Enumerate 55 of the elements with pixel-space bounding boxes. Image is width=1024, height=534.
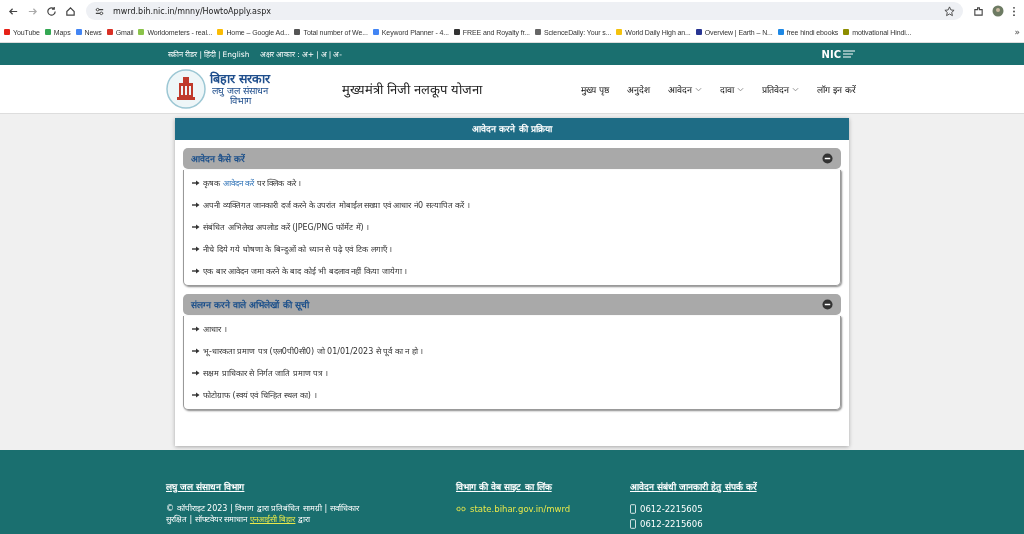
card-title: आवेदन करने की प्रक्रिया [175,118,849,140]
phone-number: 0612-2215606 [640,519,703,529]
arrow-icon [192,245,200,252]
address-bar[interactable]: mwrd.bih.nic.in/mnny/HowtoApply.aspx [86,2,963,20]
arrow-icon [192,223,200,230]
nic-logo: NIC [821,48,856,60]
arrow-icon [192,179,200,186]
instruction-text: एक बार आवेदन जमा करने के बाद कोई भी बदलाव नहीं किया जायेगा । [203,265,408,276]
collapse-icon[interactable] [822,299,833,310]
nav-link[interactable]: प्रतिवेदन [762,82,800,96]
instruction-text: आधार । [203,324,227,334]
menu-icon[interactable] [1012,5,1016,17]
footer-heading: आवेदन संबंधी जानकारी हेतु संपर्क करें [630,480,757,493]
phone-number: 0612-2215605 [640,504,703,514]
nav-link[interactable]: मुख्य पृष्ठ [581,82,610,96]
collapse-icon[interactable] [822,153,833,164]
arrow-icon [192,325,200,332]
arrow-icon [192,391,200,398]
avatar-icon[interactable] [992,5,1004,17]
nav-link[interactable]: दावा [720,82,745,96]
scheme-title: मुख्यमंत्री निजी नलकूप योजना [342,81,484,98]
dept-name: लघु जल संसाधन [212,85,269,96]
footer-heading: विभाग की वेब साइट का लिंक [456,480,554,493]
nav-link[interactable]: आवेदन [668,82,703,96]
arrow-icon [192,201,200,208]
home-icon[interactable] [65,5,76,17]
nav-link[interactable]: लॉग इन करें [817,82,856,96]
emblem-icon [166,69,206,109]
arrow-icon [192,347,200,354]
instruction-text: कृषक आवेदन करें पर क्लिक करे । [203,177,302,188]
footer-heading: लघु जल संसाधन विभाग [166,480,246,493]
site-settings-icon[interactable] [94,5,105,17]
reload-icon[interactable] [46,5,57,17]
arrow-icon [192,369,200,376]
nav-link[interactable]: अनुदेश [627,82,651,96]
instruction-text: अपनी व्यक्तिगत जानकारी दर्ज करने के उपरांत मोबाईल सख्या एवं आधार नं0 सत्यापित करें । [203,199,470,210]
accordion-header[interactable]: आवेदन कैसे करें [183,148,841,169]
instruction-text: सक्षम प्राधिकार से निर्गत जाति प्रमाण पत्र । [203,367,328,378]
website-link[interactable]: state.bihar.gov.in/mwrd [470,504,571,514]
apply-link[interactable]: आवेदन करें [222,179,255,188]
copyright-text: © कॉपीराइट 2023 | विभाग द्वारा प्रतिबंधित सामग्री | सर्वाधिकार सुरक्षित | सॉफ्टवेयर समाधान एनआईसी बिहार द्वारा [166,504,361,526]
instruction-text: भू-धारकता प्रमाण पत्र (एल0पी0सी0) जो 01/01/2023 से पूर्व का न हो । [203,345,424,356]
org-name: बिहार सरकार [210,72,271,86]
instruction-text: नीचे दिये गये घोषणा के बिन्दुओं को ध्यान से पढ़े एवं टिक लगाएँ । [203,243,393,254]
accordion-header[interactable]: संलग्न करने वाले अभिलेखों की सूची [183,294,841,315]
nic-bihar-link[interactable]: एनआईसी बिहार [249,514,296,524]
arrow-icon [192,267,200,274]
extensions-icon[interactable] [973,5,984,17]
star-icon[interactable] [944,5,955,17]
dept-name: विभाग [229,95,251,106]
instruction-text: संबंधित अभिलेख अपलोड करें (JPEG/PNG फॉर्मेट में) । [203,221,370,232]
link-icon [456,506,466,512]
instruction-text: फोटोग्राफ (स्वयं एवं चिन्हित स्थल का) । [203,389,317,400]
logo-lines-icon [842,49,856,59]
more-bookmarks[interactable]: » [1014,27,1020,37]
